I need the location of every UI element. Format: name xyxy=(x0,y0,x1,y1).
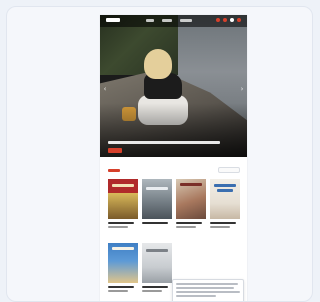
nav-action-dot-4[interactable] xyxy=(237,18,241,22)
event-card[interactable] xyxy=(108,179,138,228)
event-meta xyxy=(142,290,162,292)
hero-figure-hair xyxy=(144,49,172,79)
cookie-consent-banner xyxy=(172,279,244,301)
hero-cta-button[interactable] xyxy=(108,148,122,153)
poster-image xyxy=(108,193,138,219)
hero-headline xyxy=(108,141,220,144)
event-meta xyxy=(108,226,128,228)
event-meta xyxy=(176,226,196,228)
cookie-text-line-1 xyxy=(176,283,238,285)
poster-title xyxy=(112,247,134,250)
event-card[interactable] xyxy=(108,243,138,292)
cookie-text-line-4 xyxy=(176,295,216,297)
event-title xyxy=(142,286,168,288)
cookie-text-line-2 xyxy=(176,287,234,289)
nav-action-dot-2[interactable] xyxy=(223,18,227,22)
event-poster xyxy=(176,179,206,219)
website-preview: ‹ › xyxy=(100,15,247,301)
event-card[interactable] xyxy=(142,243,172,292)
poster-title xyxy=(146,187,168,190)
preview-canvas: ‹ › xyxy=(6,6,313,302)
top-navigation xyxy=(100,15,247,27)
site-logo[interactable] xyxy=(106,18,120,22)
event-meta xyxy=(108,290,128,292)
poster-subtitle xyxy=(217,189,233,192)
chevron-right-icon[interactable]: › xyxy=(239,85,245,93)
event-title xyxy=(108,222,134,224)
poster-title xyxy=(180,183,202,186)
event-title xyxy=(176,222,202,224)
event-card[interactable] xyxy=(176,179,206,228)
nav-action-dot-3[interactable] xyxy=(230,18,234,22)
section-view-toggle[interactable] xyxy=(218,167,240,173)
event-poster xyxy=(142,179,172,219)
section-heading xyxy=(108,169,120,172)
event-poster xyxy=(210,179,240,219)
event-meta xyxy=(210,226,230,228)
hero-banner[interactable]: ‹ › xyxy=(100,15,247,157)
event-poster xyxy=(108,243,138,283)
event-card[interactable] xyxy=(142,179,172,224)
nav-link-2[interactable] xyxy=(162,19,172,22)
poster-title xyxy=(112,184,134,187)
poster-title xyxy=(214,184,236,187)
hero-gradient-overlay xyxy=(100,103,247,157)
event-card[interactable] xyxy=(210,179,240,228)
event-title xyxy=(142,222,168,224)
event-title xyxy=(108,286,134,288)
nav-link-1[interactable] xyxy=(146,19,154,22)
chevron-left-icon[interactable]: ‹ xyxy=(102,85,108,93)
event-poster xyxy=(108,179,138,219)
event-title xyxy=(210,222,236,224)
nav-link-3[interactable] xyxy=(180,19,192,22)
event-poster xyxy=(142,243,172,283)
nav-action-dot-1[interactable] xyxy=(216,18,220,22)
cookie-text-line-3 xyxy=(176,291,240,293)
poster-title xyxy=(146,249,168,252)
